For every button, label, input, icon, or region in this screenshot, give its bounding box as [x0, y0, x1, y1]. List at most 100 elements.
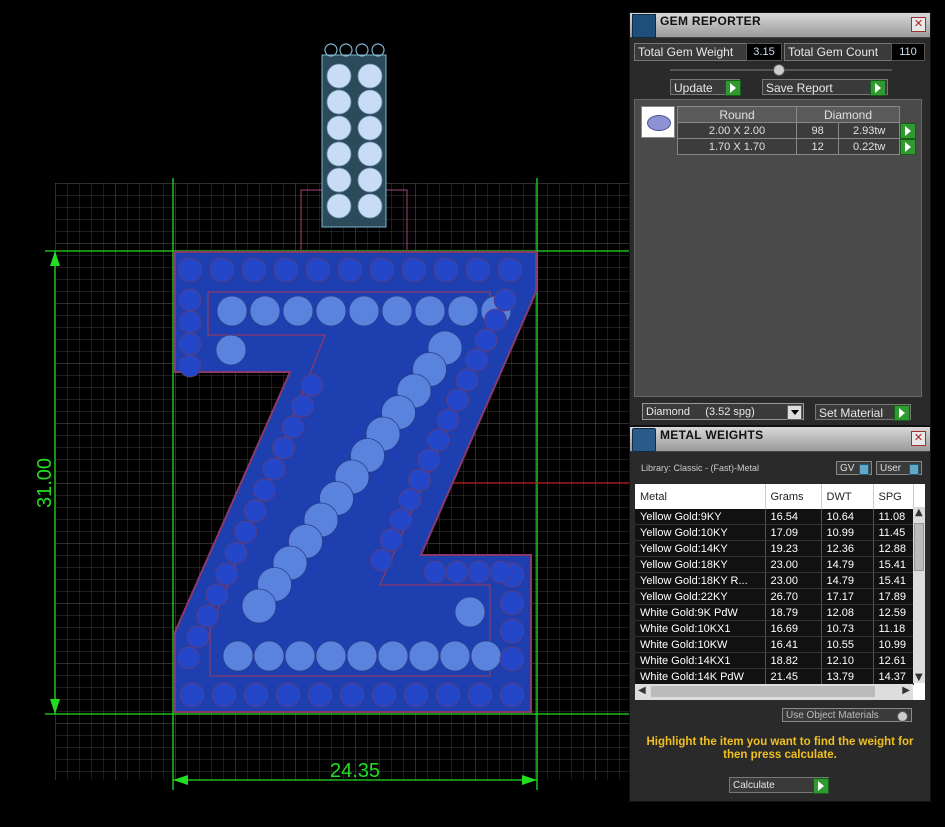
play-icon[interactable] [894, 405, 910, 421]
metal-cell-grams: 18.79 [765, 604, 822, 621]
metal-cell-grams: 16.69 [765, 620, 822, 637]
small-gem [205, 583, 229, 607]
metal-cell-spg: 11.08 [873, 509, 914, 525]
play-icon[interactable] [900, 138, 916, 155]
small-gem [403, 682, 429, 708]
table-row[interactable]: White Gold:9K PdW 18.79 12.08 12.59 [635, 604, 914, 621]
table-row[interactable]: Yellow Gold:18KY R... 23.00 14.79 15.41 [635, 572, 914, 589]
gem-count: 98 [795, 122, 840, 139]
bail-gem [326, 115, 352, 141]
gem-shape-header: Round [677, 106, 797, 123]
table-row[interactable]: 2.00 X 2.00 98 2.93tw [677, 122, 917, 139]
diamond-gem [414, 295, 446, 327]
diamond-gem [253, 640, 285, 672]
table-row[interactable]: White Gold:14K PdW 21.45 13.79 14.37 [635, 668, 914, 685]
cad-viewport[interactable]: 24.35 31.00 [0, 0, 630, 827]
diamond-gem [222, 640, 254, 672]
metal-cell-metal: Yellow Gold:9KY [635, 509, 766, 525]
gv-label: GV [840, 463, 855, 474]
metal-table[interactable]: Metal Grams DWT SPG Yellow Gold:9KY 16.54… [635, 484, 925, 700]
user-toggle[interactable]: User [876, 461, 922, 475]
gem-weight: 2.93tw [838, 122, 900, 139]
close-icon[interactable]: ✕ [911, 17, 926, 32]
small-gem [379, 528, 403, 552]
column-header[interactable]: DWT [821, 484, 874, 509]
round-gem-icon[interactable] [641, 106, 675, 138]
small-gem [455, 368, 479, 392]
table-row[interactable]: Yellow Gold:10KY 17.09 10.99 11.45 [635, 524, 914, 541]
metal-cell-dwt: 10.99 [821, 524, 874, 541]
small-gem [178, 354, 202, 378]
column-header[interactable]: SPG [873, 484, 914, 509]
play-icon[interactable] [813, 778, 829, 794]
metal-cell-spg: 11.18 [873, 620, 914, 637]
metal-cell-metal: White Gold:10KX1 [635, 620, 766, 637]
small-gem [446, 388, 469, 412]
table-row[interactable]: White Gold:10KX1 16.69 10.73 11.18 [635, 620, 914, 637]
small-gem [186, 625, 210, 649]
metal-cell-dwt: 10.73 [821, 620, 874, 637]
slider-handle[interactable] [773, 64, 785, 76]
small-gem [337, 257, 363, 283]
small-gem [273, 257, 299, 283]
metal-cell-dwt: 12.10 [821, 652, 874, 669]
gem-reporter-titlebar[interactable]: GEM REPORTER ✕ [630, 13, 930, 38]
bail-gem [357, 141, 383, 167]
metal-cell-spg: 12.61 [873, 652, 914, 669]
table-row[interactable]: Yellow Gold:18KY 23.00 14.79 15.41 [635, 556, 914, 573]
small-gem [493, 288, 517, 312]
small-gem [275, 682, 301, 708]
column-header[interactable]: Metal [635, 484, 766, 509]
update-label: Update [674, 81, 713, 95]
metal-weights-titlebar[interactable]: METAL WEIGHTS ✕ [630, 427, 930, 452]
table-row[interactable]: Yellow Gold:22KY 26.70 17.17 17.89 [635, 588, 914, 605]
table-row[interactable]: Yellow Gold:14KY 19.23 12.36 12.88 [635, 540, 914, 557]
use-object-materials-toggle[interactable]: Use Object Materials [782, 708, 912, 722]
table-row[interactable]: White Gold:10KW 16.41 10.55 10.99 [635, 636, 914, 653]
library-label: Library: Classic - (Fast)-Metal [641, 463, 760, 473]
total-gem-weight-label: Total Gem Weight [634, 43, 748, 61]
table-row[interactable]: 1.70 X 1.70 12 0.22tw [677, 138, 917, 155]
metal-cell-grams: 21.45 [765, 668, 822, 685]
small-gem [435, 682, 461, 708]
metal-cell-dwt: 14.79 [821, 556, 874, 573]
table-row[interactable]: White Gold:14KX1 18.82 12.10 12.61 [635, 652, 914, 669]
play-icon[interactable] [870, 80, 886, 96]
small-gem [291, 394, 314, 418]
table-row[interactable]: Yellow Gold:9KY 16.54 10.64 11.08 [635, 509, 914, 525]
small-gem [178, 288, 202, 312]
metal-cell-grams: 23.00 [765, 556, 822, 573]
vertical-scrollbar[interactable]: ▲ ▼ [913, 507, 925, 683]
diamond-gem [439, 640, 471, 672]
close-icon[interactable]: ✕ [911, 431, 926, 446]
play-icon[interactable] [900, 122, 916, 139]
set-material-label: Set Material [819, 406, 884, 420]
metal-cell-grams: 26.70 [765, 588, 822, 605]
material-select[interactable]: Diamond (3.52 spg) [642, 403, 804, 420]
gv-toggle[interactable]: GV [836, 461, 872, 475]
small-gem [465, 348, 488, 372]
diamond-gem [348, 295, 380, 327]
column-header[interactable]: Grams [765, 484, 822, 509]
small-gem [417, 448, 441, 472]
bail-gem [357, 193, 383, 219]
small-gem [300, 373, 324, 397]
cad-drawing[interactable] [0, 0, 630, 827]
metal-cell-dwt: 10.55 [821, 636, 874, 653]
metal-cell-metal: Yellow Gold:10KY [635, 524, 766, 541]
metal-cell-grams: 18.82 [765, 652, 822, 669]
diamond-gem [249, 295, 281, 327]
instruction-text: Highlight the item you want to find the … [646, 736, 914, 761]
small-gem [369, 257, 395, 283]
save-report-label: Save Report [766, 81, 833, 95]
small-gem [224, 541, 248, 565]
play-icon[interactable] [725, 80, 741, 96]
chevron-down-icon[interactable] [787, 405, 802, 420]
small-gem [241, 257, 267, 283]
metal-cell-spg: 17.89 [873, 588, 914, 605]
horizontal-scrollbar[interactable]: ◀ ▶ [635, 684, 913, 700]
radio-icon[interactable] [897, 711, 908, 722]
metal-cell-grams: 17.09 [765, 524, 822, 541]
diamond-gem [284, 640, 316, 672]
small-gem [177, 646, 200, 670]
